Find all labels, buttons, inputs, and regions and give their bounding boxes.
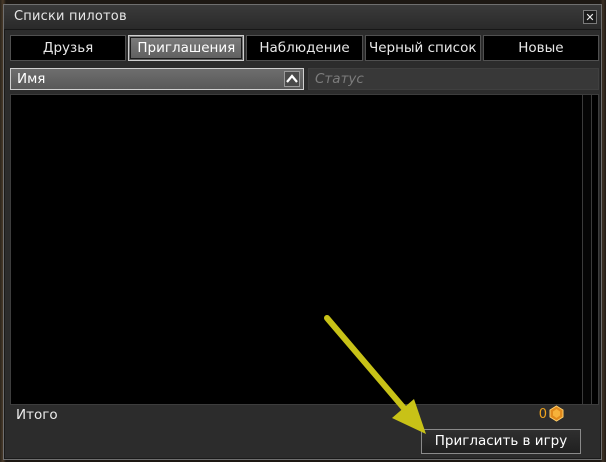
pilot-list[interactable] (10, 94, 599, 405)
list-scrollbar[interactable] (582, 95, 592, 404)
column-headers: Имя Статус (10, 68, 599, 90)
game-background: Списки пилотов ✕ Друзья Приглашения Набл… (0, 0, 606, 462)
tab-bar: Друзья Приглашения Наблюдение Черный спи… (10, 35, 600, 61)
gold-coin-icon (549, 405, 564, 422)
tab-blacklist[interactable]: Черный список (364, 35, 481, 61)
chevron-up-icon[interactable] (284, 71, 300, 87)
column-header-status[interactable]: Статус (308, 68, 599, 90)
column-header-name[interactable]: Имя (10, 68, 304, 90)
pilot-lists-window: Списки пилотов ✕ Друзья Приглашения Набл… (3, 4, 602, 460)
window-title: Списки пилотов (14, 9, 127, 24)
total-label: Итого (16, 407, 58, 423)
total-count: 0 (538, 407, 547, 422)
window-titlebar[interactable]: Списки пилотов ✕ (4, 5, 601, 30)
column-header-name-label: Имя (17, 71, 46, 87)
tab-new[interactable]: Новые (482, 35, 600, 61)
close-button[interactable]: ✕ (583, 10, 597, 24)
tab-friends[interactable]: Друзья (10, 35, 127, 61)
tab-invitations[interactable]: Приглашения (128, 35, 245, 61)
invite-to-game-button[interactable]: Пригласить в игру (421, 429, 581, 454)
tab-watching[interactable]: Наблюдение (246, 35, 363, 61)
